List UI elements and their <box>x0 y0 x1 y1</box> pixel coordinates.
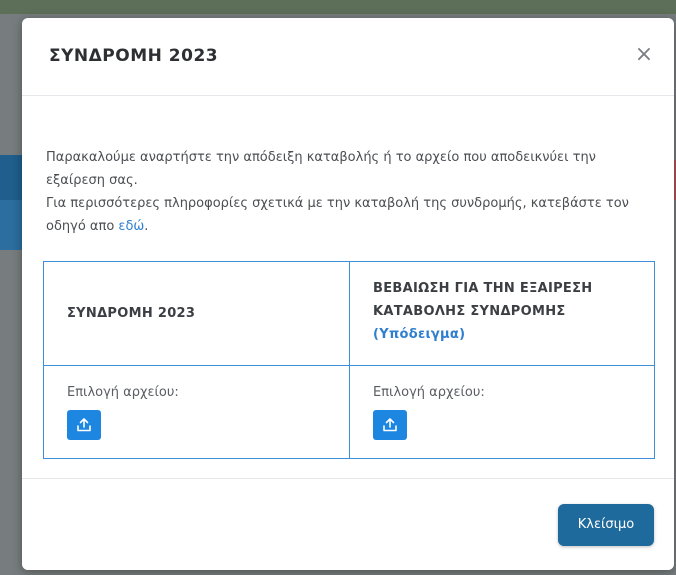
intro-text: Παρακαλούμε αναρτήστε την απόδειξη καταβ… <box>46 146 656 238</box>
modal-header: ΣΥΝΔΡΟΜΗ 2023 × <box>22 18 674 96</box>
background-button-fragment <box>0 200 22 250</box>
upload-icon <box>77 418 91 432</box>
intro-line-1: Παρακαλούμε αναρτήστε την απόδειξη καταβ… <box>46 150 596 188</box>
upload-table: ΣΥΝΔΡΟΜΗ 2023 ΒΕΒΑΙΩΣΗ ΓΙΑ ΤΗΝ ΕΞΑΙΡΕΣΗ … <box>43 261 655 459</box>
sample-template-link[interactable]: (Υπόδειγμα) <box>373 327 465 342</box>
upload-icon <box>383 418 397 432</box>
header-exemption-text: ΒΕΒΑΙΩΣΗ ΓΙΑ ΤΗΝ ΕΞΑΙΡΕΣΗ ΚΑΤΑΒΟΛΗΣ ΣΥΝΔ… <box>373 281 593 319</box>
modal-title: ΣΥΝΔΡΟΜΗ 2023 <box>49 46 219 66</box>
table-cell-exemption-upload: Επιλογή αρχείου: <box>350 366 654 458</box>
table-header-exemption: ΒΕΒΑΙΩΣΗ ΓΙΑ ΤΗΝ ΕΞΑΙΡΕΣΗ ΚΑΤΑΒΟΛΗΣ ΣΥΝΔ… <box>350 262 654 366</box>
close-button[interactable]: Κλείσιμο <box>558 504 654 546</box>
guide-download-link[interactable]: εδώ <box>118 219 144 234</box>
file-select-label: Επιλογή αρχείου: <box>67 385 179 400</box>
modal-footer: Κλείσιμο <box>22 478 674 570</box>
upload-exemption-button[interactable] <box>373 410 407 440</box>
close-icon[interactable]: × <box>632 44 656 68</box>
intro-line-2-end: . <box>144 219 149 234</box>
upload-subscription-button[interactable] <box>67 410 101 440</box>
header-exemption-label: ΒΕΒΑΙΩΣΗ ΓΙΑ ΤΗΝ ΕΞΑΙΡΕΣΗ ΚΑΤΑΒΟΛΗΣ ΣΥΝΔ… <box>373 277 643 346</box>
header-subscription-label: ΣΥΝΔΡΟΜΗ 2023 <box>67 306 196 321</box>
subscription-modal: ΣΥΝΔΡΟΜΗ 2023 × Παρακαλούμε αναρτήστε τη… <box>22 18 674 570</box>
table-header-subscription: ΣΥΝΔΡΟΜΗ 2023 <box>44 262 350 366</box>
file-select-label: Επιλογή αρχείου: <box>373 385 485 400</box>
table-cell-subscription-upload: Επιλογή αρχείου: <box>44 366 350 458</box>
